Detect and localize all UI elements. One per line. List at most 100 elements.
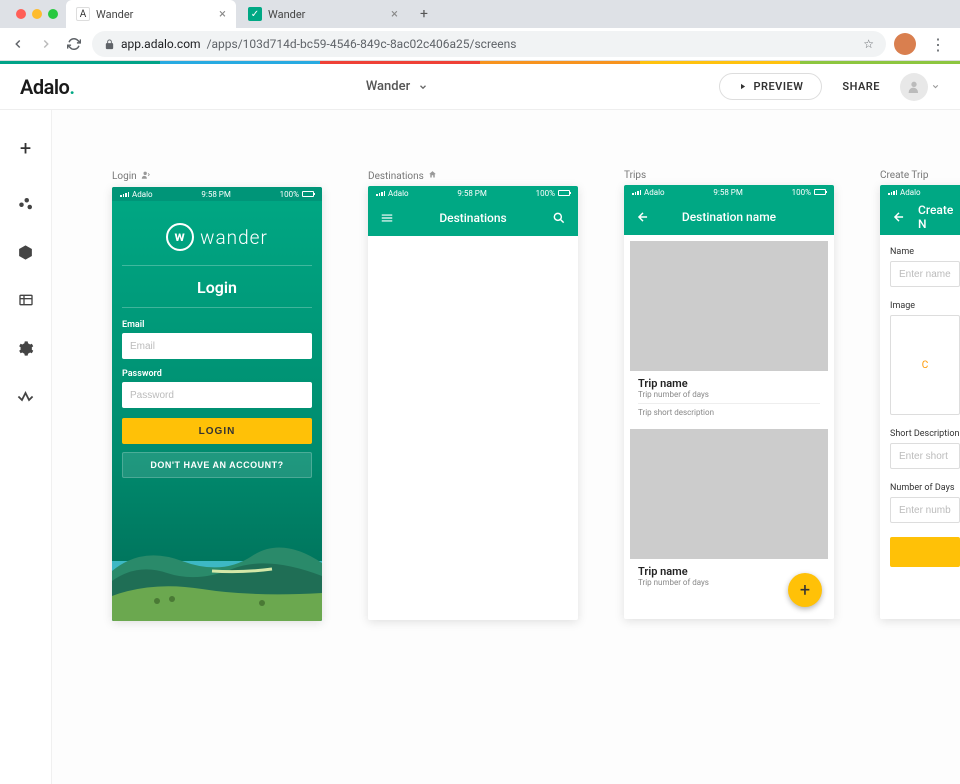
app-bar: Destinations <box>368 200 578 236</box>
side-rail: + <box>0 110 52 784</box>
tab-favicon: A <box>76 7 90 21</box>
image-field-label: Image <box>890 301 960 311</box>
submit-button[interactable] <box>890 537 960 567</box>
screen-login[interactable]: Login Adalo 9:58 PM 100% w wander <box>112 170 322 784</box>
screen-trips[interactable]: Trips Adalo 9:58 PM 100% Destination nam… <box>624 170 834 784</box>
hamburger-icon[interactable] <box>378 211 396 225</box>
add-component-button[interactable]: + <box>8 130 44 166</box>
login-button[interactable]: LOGIN <box>122 418 312 444</box>
browser-tab[interactable]: ✓ Wander × <box>238 0 408 28</box>
trip-days: Trip number of days <box>638 390 820 399</box>
url-path: /apps/103d714d-bc59-4546-849c-8ac02c406a… <box>207 37 517 51</box>
close-window-button[interactable] <box>16 9 26 19</box>
chevron-down-icon <box>418 82 428 92</box>
app-bar: Create N <box>880 199 960 235</box>
project-name: Wander <box>366 79 410 94</box>
close-tab-button[interactable]: × <box>391 7 398 22</box>
tab-title: Wander <box>96 8 133 21</box>
app-header: Adalo. Wander PREVIEW SHARE <box>0 64 960 110</box>
toolbar: app.adalo.com/apps/103d714d-bc59-4546-84… <box>0 28 960 60</box>
phone-frame[interactable]: Adalo 9:58 PM 100% Destination name Trip… <box>624 185 834 619</box>
branding-icon[interactable] <box>16 194 36 214</box>
add-trip-fab[interactable]: + <box>788 573 822 607</box>
status-bar: Adalo 9:58 PM 100% <box>624 185 834 199</box>
phone-frame[interactable]: Adalo 9:58 PM 100% Destinations <box>368 186 578 620</box>
screen-label: Trips <box>624 170 646 181</box>
tab-favicon: ✓ <box>248 7 262 21</box>
url-host: app.adalo.com <box>121 37 201 51</box>
screen-label: Create Trip <box>880 170 928 181</box>
bookmark-star-icon[interactable]: ☆ <box>863 37 874 51</box>
search-icon[interactable] <box>550 211 568 225</box>
signup-link-button[interactable]: DON'T HAVE AN ACCOUNT? <box>122 452 312 478</box>
screen-destinations[interactable]: Destinations Adalo 9:58 PM 100% Destinat… <box>368 170 578 784</box>
database-icon[interactable] <box>16 290 36 310</box>
screen-label: Destinations <box>368 171 424 182</box>
tab-strip: A Wander × ✓ Wander × + <box>0 0 960 28</box>
user-flow-icon <box>141 170 151 183</box>
days-input[interactable] <box>890 497 960 523</box>
back-arrow-icon[interactable] <box>890 210 908 224</box>
trip-name: Trip name <box>638 565 820 578</box>
forward-button[interactable] <box>36 34 56 54</box>
home-icon <box>428 170 437 182</box>
tab-title: Wander <box>268 8 305 21</box>
trip-description: Trip short description <box>638 403 820 417</box>
play-icon <box>738 82 747 91</box>
name-field-label: Name <box>890 247 960 257</box>
chevron-down-icon <box>931 82 940 91</box>
new-tab-button[interactable]: + <box>410 6 438 22</box>
reload-button[interactable] <box>64 34 84 54</box>
app-bar-title: Destination name <box>652 210 806 224</box>
email-label: Email <box>122 320 312 330</box>
status-bar: Adalo 9:58 PM 100% <box>368 186 578 200</box>
url-bar[interactable]: app.adalo.com/apps/103d714d-bc59-4546-84… <box>92 31 886 57</box>
email-input[interactable] <box>122 333 312 359</box>
adalo-logo[interactable]: Adalo. <box>20 75 75 99</box>
short-desc-label: Short Description <box>890 429 960 439</box>
maximize-window-button[interactable] <box>48 9 58 19</box>
preview-button[interactable]: PREVIEW <box>719 73 822 100</box>
status-bar: Adalo <box>880 185 960 199</box>
settings-icon[interactable] <box>16 338 36 358</box>
image-upload[interactable]: C <box>890 315 960 415</box>
browser-tab-active[interactable]: A Wander × <box>66 0 236 28</box>
back-arrow-icon[interactable] <box>634 210 652 224</box>
person-icon <box>906 79 922 95</box>
screen-create-trip[interactable]: Create Trip Adalo Create N Name Image C <box>880 170 960 784</box>
design-canvas[interactable]: Login Adalo 9:58 PM 100% w wander <box>52 110 960 784</box>
login-heading: Login <box>122 278 312 297</box>
password-input[interactable] <box>122 382 312 408</box>
accent-bar <box>0 61 960 64</box>
trip-name: Trip name <box>638 377 820 390</box>
name-input[interactable] <box>890 261 960 287</box>
screen-label: Login <box>112 171 137 182</box>
chrome-menu-button[interactable]: ⋮ <box>924 35 952 54</box>
browser-chrome: A Wander × ✓ Wander × + app.adalo.com/ap… <box>0 0 960 61</box>
wander-logo-icon: w <box>166 223 194 251</box>
window-controls <box>8 9 66 19</box>
status-bar: Adalo 9:58 PM 100% <box>112 187 322 201</box>
short-desc-input[interactable] <box>890 443 960 469</box>
publish-icon[interactable] <box>16 386 36 406</box>
app-bar: Destination name <box>624 199 834 235</box>
phone-frame[interactable]: Adalo Create N Name Image C Short Descri… <box>880 185 960 619</box>
phone-frame[interactable]: Adalo 9:58 PM 100% w wander Login Email <box>112 187 322 621</box>
screens-icon[interactable] <box>16 242 36 262</box>
trip-card[interactable]: Trip name Trip number of days Trip short… <box>630 241 828 423</box>
app-bar-title: Create N <box>908 203 960 231</box>
minimize-window-button[interactable] <box>32 9 42 19</box>
trip-card[interactable]: Trip name Trip number of days <box>630 429 828 593</box>
project-selector[interactable]: Wander <box>75 79 720 94</box>
brand-name: wander <box>200 226 268 249</box>
user-menu-button[interactable] <box>900 73 928 101</box>
profile-avatar[interactable] <box>894 33 916 55</box>
days-field-label: Number of Days <box>890 483 960 493</box>
back-button[interactable] <box>8 34 28 54</box>
trip-image-placeholder <box>630 241 828 371</box>
scenery-image <box>112 501 322 621</box>
close-tab-button[interactable]: × <box>219 7 226 22</box>
app-bar-title: Destinations <box>396 211 550 225</box>
share-button[interactable]: SHARE <box>842 80 880 93</box>
trip-image-placeholder <box>630 429 828 559</box>
